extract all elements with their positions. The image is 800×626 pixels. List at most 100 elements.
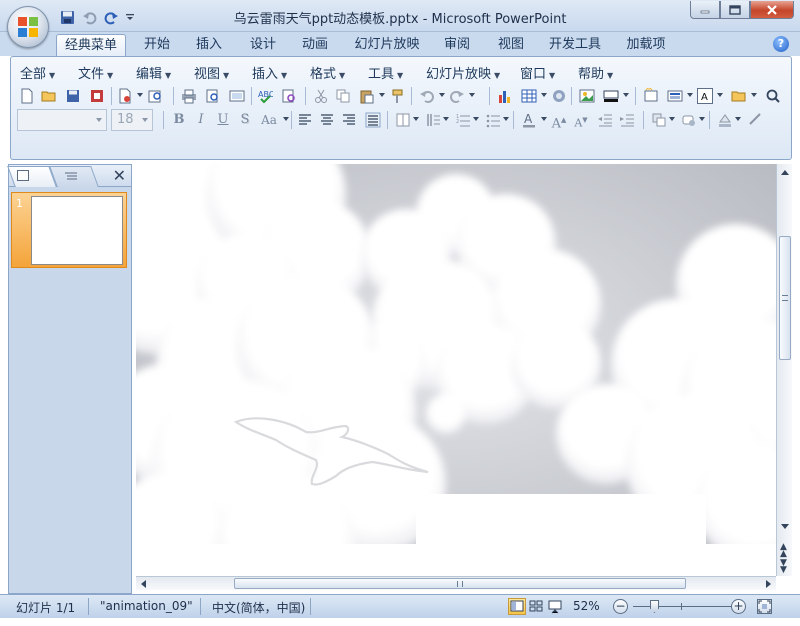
menu-edit[interactable]: 编辑 ▼ bbox=[136, 63, 171, 82]
numbering-icon[interactable]: 12 bbox=[453, 110, 473, 130]
slide-sorter-view-button[interactable] bbox=[527, 598, 545, 615]
tab-slide-show[interactable]: 幻灯片放映 bbox=[350, 34, 424, 58]
tab-view[interactable]: 视图 bbox=[490, 34, 532, 58]
scroll-up-icon[interactable] bbox=[781, 170, 789, 175]
language-status[interactable]: 中文(简体，中国) bbox=[212, 599, 305, 616]
slide-thumbnail-selected[interactable]: 1 bbox=[11, 192, 127, 268]
underline-button[interactable]: U bbox=[213, 110, 233, 130]
minimize-button[interactable] bbox=[690, 1, 720, 19]
tab-classic-menu[interactable]: 经典菜单 bbox=[56, 34, 126, 58]
slide-show-view-icon[interactable] bbox=[227, 86, 247, 106]
format-painter-icon[interactable] bbox=[387, 86, 407, 106]
font-size-field[interactable]: 18 bbox=[111, 109, 153, 131]
theme-name-status[interactable]: "animation_09" bbox=[100, 599, 193, 613]
increase-indent-icon[interactable] bbox=[617, 110, 637, 130]
slide-show-view-button[interactable] bbox=[546, 598, 564, 615]
align-left-icon[interactable] bbox=[295, 110, 315, 130]
help-icon[interactable]: ? bbox=[773, 36, 789, 52]
scroll-right-icon[interactable] bbox=[766, 580, 771, 588]
menu-file[interactable]: 文件 ▼ bbox=[78, 63, 113, 82]
menu-all[interactable]: 全部 ▼ bbox=[20, 63, 55, 82]
italic-button[interactable]: I bbox=[191, 110, 211, 130]
shape-fill-icon[interactable] bbox=[715, 110, 735, 130]
zoom-in-button[interactable]: + bbox=[731, 599, 746, 614]
find-icon[interactable] bbox=[763, 86, 783, 106]
decrease-indent-icon[interactable] bbox=[595, 110, 615, 130]
insert-picture-icon[interactable] bbox=[577, 86, 597, 106]
tab-animations[interactable]: 动画 bbox=[294, 34, 336, 58]
print-icon[interactable] bbox=[179, 86, 199, 106]
permission-icon[interactable] bbox=[87, 86, 107, 106]
line-color-icon[interactable] bbox=[601, 86, 621, 106]
grow-font-button[interactable]: A▲ bbox=[549, 110, 569, 131]
previous-slide-icon[interactable]: ▲ ▲ bbox=[780, 543, 787, 559]
menu-insert[interactable]: 插入 ▼ bbox=[252, 63, 287, 82]
paste-icon[interactable] bbox=[357, 86, 377, 106]
scroll-left-icon[interactable] bbox=[141, 580, 146, 588]
zoom-slider-track[interactable] bbox=[633, 606, 733, 607]
shape-outline-icon[interactable] bbox=[745, 110, 765, 130]
scroll-down-icon[interactable] bbox=[781, 524, 789, 529]
email-icon[interactable] bbox=[115, 86, 135, 106]
office-button[interactable] bbox=[7, 6, 49, 48]
tab-insert[interactable]: 插入 bbox=[188, 34, 230, 58]
maximize-button[interactable] bbox=[720, 1, 750, 19]
bullets-icon[interactable] bbox=[483, 110, 503, 130]
open-folder-icon[interactable] bbox=[729, 86, 749, 106]
horizontal-scrollbar[interactable] bbox=[136, 576, 776, 590]
bold-button[interactable]: B bbox=[169, 110, 189, 130]
shadow-button[interactable]: S bbox=[235, 110, 255, 130]
slide-thumbnail[interactable] bbox=[31, 196, 123, 265]
normal-view-button[interactable] bbox=[508, 598, 526, 615]
font-name-field[interactable] bbox=[17, 109, 107, 131]
slide-canvas[interactable] bbox=[136, 164, 776, 576]
columns-icon[interactable] bbox=[393, 110, 413, 130]
menu-format[interactable]: 格式 ▼ bbox=[310, 63, 345, 82]
font-color-icon[interactable]: A bbox=[519, 110, 539, 130]
insert-chart-icon[interactable] bbox=[495, 86, 515, 106]
menu-tools[interactable]: 工具 ▼ bbox=[368, 63, 403, 82]
tab-add-ins[interactable]: 加载项 bbox=[618, 34, 674, 58]
menu-slide-show[interactable]: 幻灯片放映 ▼ bbox=[426, 63, 500, 82]
tab-design[interactable]: 设计 bbox=[242, 34, 284, 58]
close-panel-icon[interactable]: ✕ bbox=[113, 166, 126, 185]
align-center-icon[interactable] bbox=[317, 110, 337, 130]
line-spacing-icon[interactable] bbox=[423, 110, 443, 130]
next-slide-icon[interactable]: ▼ ▼ bbox=[780, 559, 787, 575]
quick-styles-icon[interactable] bbox=[679, 110, 699, 130]
menu-view[interactable]: 视图 ▼ bbox=[194, 63, 229, 82]
research-icon[interactable] bbox=[279, 86, 299, 106]
save-icon[interactable] bbox=[63, 86, 83, 106]
change-case-button[interactable]: Aa bbox=[257, 110, 281, 130]
zoom-slider-thumb[interactable] bbox=[650, 600, 659, 613]
zoom-level[interactable]: 52% bbox=[573, 599, 600, 613]
publish-icon[interactable] bbox=[145, 86, 165, 106]
justify-icon[interactable] bbox=[363, 110, 383, 130]
tab-developer[interactable]: 开发工具 bbox=[544, 34, 606, 58]
insert-clip-art-icon[interactable] bbox=[549, 86, 569, 106]
new-document-icon[interactable] bbox=[17, 86, 37, 106]
layout-icon[interactable] bbox=[665, 86, 685, 106]
vertical-scroll-thumb[interactable] bbox=[779, 236, 791, 360]
cut-icon[interactable] bbox=[311, 86, 331, 106]
fit-to-window-button[interactable] bbox=[757, 599, 772, 614]
redo-icon[interactable] bbox=[447, 86, 467, 106]
tab-review[interactable]: 审阅 bbox=[436, 34, 478, 58]
print-preview-icon[interactable] bbox=[203, 86, 223, 106]
spelling-icon[interactable]: ABC bbox=[255, 86, 275, 106]
tab-home[interactable]: 开始 bbox=[136, 34, 178, 58]
new-slide-icon[interactable] bbox=[641, 86, 661, 106]
horizontal-scroll-thumb[interactable] bbox=[234, 578, 686, 589]
undo-icon[interactable] bbox=[417, 86, 437, 106]
menu-window[interactable]: 窗口 ▼ bbox=[520, 63, 555, 82]
insert-table-icon[interactable] bbox=[519, 86, 539, 106]
copy-icon[interactable] bbox=[333, 86, 353, 106]
menu-help[interactable]: 帮助 ▼ bbox=[578, 63, 613, 82]
open-folder-icon[interactable] bbox=[39, 86, 59, 106]
shrink-font-button[interactable]: A▼ bbox=[571, 110, 591, 130]
align-right-icon[interactable] bbox=[339, 110, 359, 130]
close-window-button[interactable] bbox=[750, 1, 794, 19]
arrange-icon[interactable] bbox=[649, 110, 669, 130]
text-box-icon[interactable]: A bbox=[697, 88, 713, 104]
zoom-out-button[interactable]: − bbox=[613, 599, 628, 614]
